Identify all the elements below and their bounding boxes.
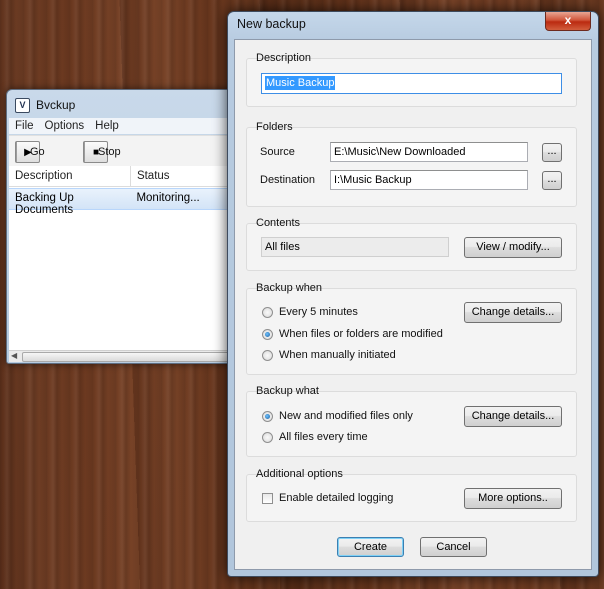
stop-button[interactable]: Stop ■ xyxy=(83,141,121,163)
radio-every-5-minutes[interactable] xyxy=(262,307,273,318)
backup-when-details-button[interactable]: Change details... xyxy=(464,302,562,323)
radio-when-modified-label[interactable]: When files or folders are modified xyxy=(279,328,443,340)
source-browse-button[interactable]: ... xyxy=(542,143,562,162)
more-options-button[interactable]: More options.. xyxy=(464,488,562,509)
destination-browse-button[interactable]: ... xyxy=(542,171,562,190)
bvckup-titlebar: V Bvckup xyxy=(15,96,75,114)
go-button[interactable]: Go ▶ xyxy=(15,141,45,163)
destination-label: Destination xyxy=(260,174,316,186)
toolbar: Go ▶ Stop ■ xyxy=(9,135,245,166)
radio-every-5-minutes-label[interactable]: Every 5 minutes xyxy=(279,306,358,318)
dialog-title: New backup xyxy=(237,17,306,31)
backup-what-details-button[interactable]: Change details... xyxy=(464,406,562,427)
description-value: Music Backup xyxy=(265,76,336,90)
radio-manually-label[interactable]: When manually initiated xyxy=(279,349,396,361)
view-modify-button[interactable]: View / modify... xyxy=(464,237,562,258)
scroll-left-icon[interactable]: ◀ xyxy=(11,351,17,360)
bvckup-title: Bvckup xyxy=(36,98,76,112)
additional-options-group-title: Additional options xyxy=(256,468,343,480)
folders-group-title: Folders xyxy=(256,121,293,133)
destination-input[interactable]: I:\Music Backup xyxy=(330,170,528,190)
table-row[interactable]: Backing Up Documents Monitoring... xyxy=(9,188,245,216)
scrollbar-thumb[interactable] xyxy=(22,352,245,362)
radio-new-modified-label[interactable]: New and modified files only xyxy=(279,410,413,422)
description-group-title: Description xyxy=(256,52,312,64)
radio-manually[interactable] xyxy=(262,350,273,361)
stop-button-label: Stop xyxy=(98,146,121,158)
close-button[interactable]: x xyxy=(545,12,591,31)
backup-list: Description Status Backing Up Documents … xyxy=(9,166,245,351)
go-button-label: Go xyxy=(30,146,45,158)
horizontal-scrollbar[interactable]: ◀ xyxy=(9,350,245,362)
menu-file[interactable]: File xyxy=(15,120,34,132)
menu-bar: File Options Help xyxy=(9,118,245,134)
folders-group xyxy=(246,127,577,207)
radio-all-files[interactable] xyxy=(262,432,273,443)
detailed-logging-label[interactable]: Enable detailed logging xyxy=(279,492,393,504)
detailed-logging-checkbox[interactable] xyxy=(262,493,273,504)
radio-all-files-label[interactable]: All files every time xyxy=(279,431,368,443)
radio-when-modified[interactable] xyxy=(262,329,273,340)
new-backup-dialog: New backup x Description Music Backup Fo… xyxy=(227,11,599,577)
bvckup-logo-icon: V xyxy=(15,97,30,113)
source-input[interactable]: E:\Music\New Downloaded xyxy=(330,142,528,162)
menu-help[interactable]: Help xyxy=(95,120,119,132)
list-header: Description Status xyxy=(9,166,245,187)
bvckup-window: V Bvckup File Options Help Go ▶ Stop ■ D… xyxy=(6,89,248,364)
close-icon: x xyxy=(564,13,572,27)
radio-new-modified[interactable] xyxy=(262,411,273,422)
backup-what-group-title: Backup what xyxy=(256,385,319,397)
column-header-description[interactable]: Description xyxy=(9,166,131,186)
dialog-body: Description Music Backup Folders Source … xyxy=(234,39,592,570)
contents-group-title: Contents xyxy=(256,217,301,229)
backup-when-group-title: Backup when xyxy=(256,282,323,294)
source-label: Source xyxy=(260,146,295,158)
description-input[interactable]: Music Backup xyxy=(261,73,562,94)
contents-value: All files xyxy=(261,237,449,257)
row-description: Backing Up Documents xyxy=(15,192,74,216)
create-button[interactable]: Create xyxy=(337,537,404,557)
cancel-button[interactable]: Cancel xyxy=(420,537,487,557)
menu-options[interactable]: Options xyxy=(45,120,85,132)
